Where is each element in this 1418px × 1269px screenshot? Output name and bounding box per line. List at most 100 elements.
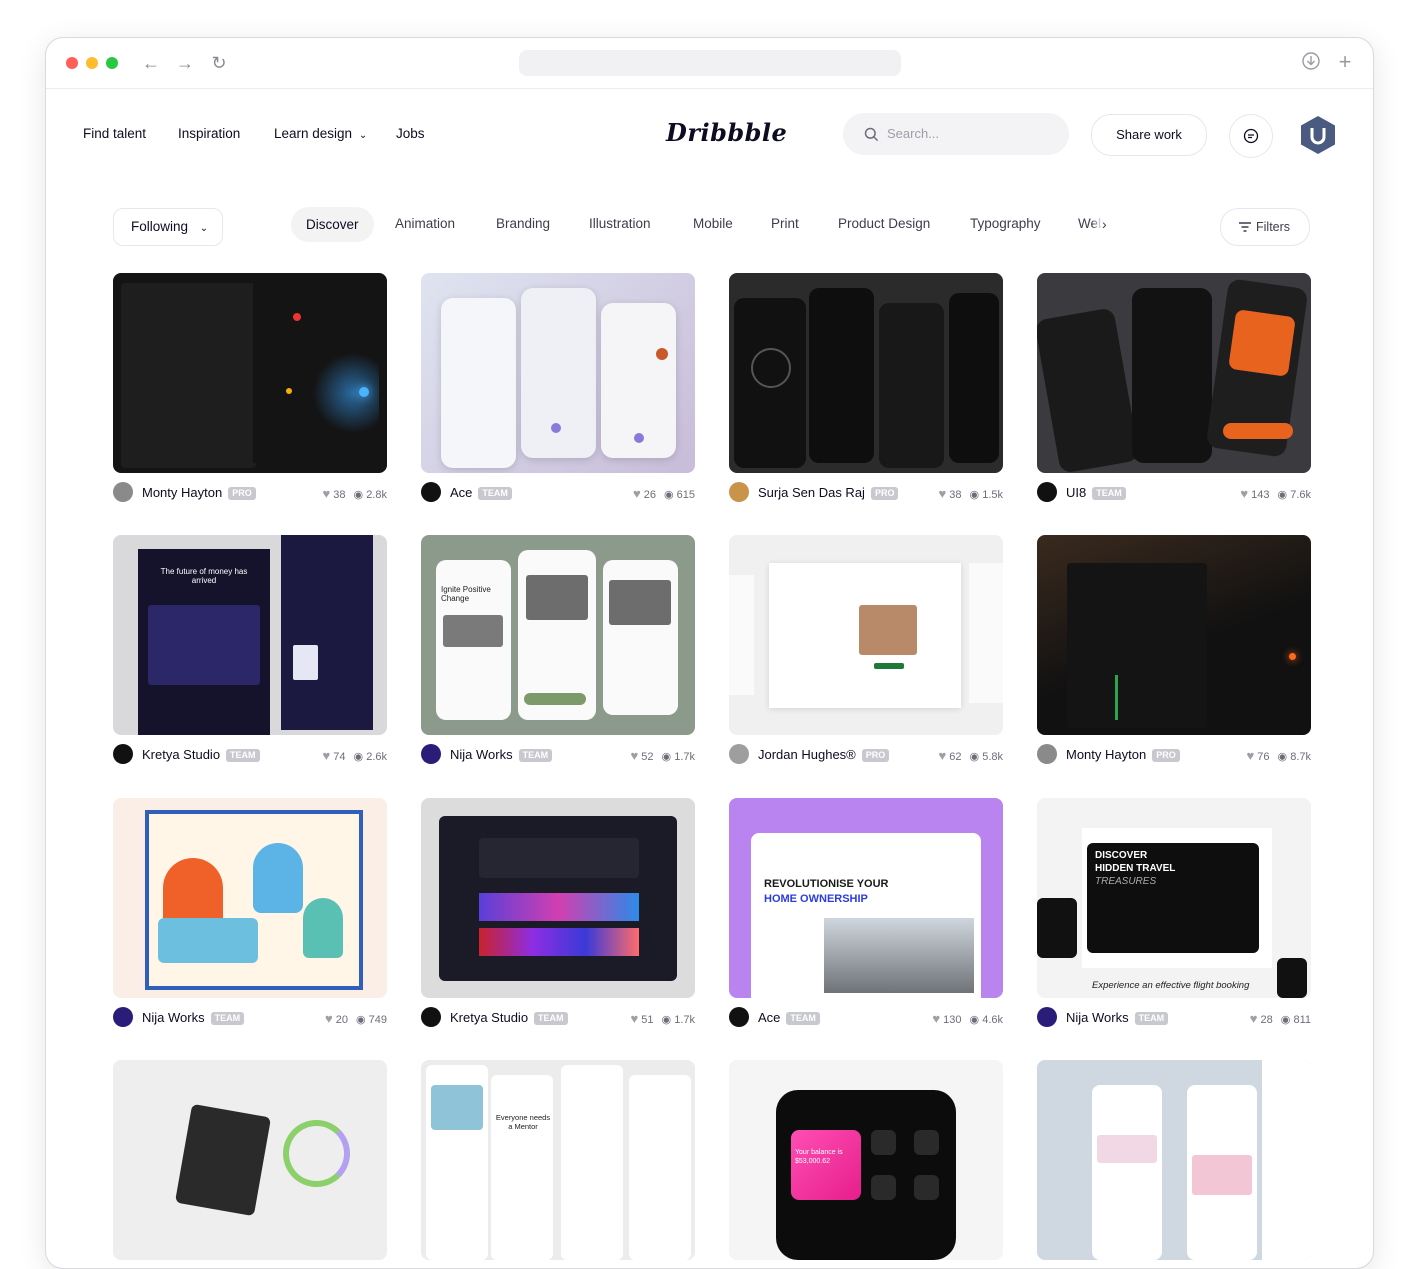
- forward-arrow-icon[interactable]: →: [174, 52, 196, 74]
- nav-jobs[interactable]: Jobs: [396, 126, 425, 141]
- shot-thumbnail[interactable]: REVOLUTIONISE YOUR HOME OWNERSHIP: [729, 798, 1003, 998]
- team-badge: TEAM: [210, 1012, 245, 1025]
- shot-thumbnail[interactable]: Everyone needs a Mentor: [421, 1060, 695, 1260]
- author-name[interactable]: Surja Sen Das Raj PRO: [758, 485, 899, 500]
- heart-icon[interactable]: ♥: [1250, 1011, 1258, 1026]
- filters-button[interactable]: Filters: [1220, 208, 1310, 246]
- shot-thumbnail[interactable]: [421, 798, 695, 998]
- shot-thumbnail[interactable]: [1037, 1060, 1311, 1260]
- author-avatar[interactable]: [113, 1007, 133, 1027]
- author-avatar[interactable]: [421, 482, 441, 502]
- author-avatar[interactable]: [113, 482, 133, 502]
- eye-icon: ◉: [661, 1014, 672, 1026]
- browser-toolbar: ← → ↻ +: [46, 38, 1373, 89]
- team-badge: TEAM: [1134, 1012, 1169, 1025]
- author-name[interactable]: Monty Hayton PRO: [1066, 747, 1180, 762]
- heart-icon[interactable]: ♥: [932, 1011, 940, 1026]
- heart-icon[interactable]: ♥: [1240, 486, 1248, 501]
- tab-illustration[interactable]: Illustration: [589, 216, 651, 231]
- close-window-button[interactable]: [66, 57, 78, 69]
- new-tab-plus-icon[interactable]: +: [1334, 51, 1356, 73]
- shot-thumbnail[interactable]: Your balance is $53,000.62: [729, 1060, 1003, 1260]
- minimize-window-button[interactable]: [86, 57, 98, 69]
- nav-learn-design[interactable]: Learn design ⌄: [274, 126, 367, 141]
- author-name[interactable]: Kretya Studio TEAM: [142, 747, 260, 762]
- shot-thumbnail[interactable]: [113, 273, 387, 473]
- author-name[interactable]: Ace TEAM: [758, 1010, 820, 1025]
- author-avatar[interactable]: [729, 1007, 749, 1027]
- heart-icon[interactable]: ♥: [633, 486, 641, 501]
- nav-inspiration[interactable]: Inspiration: [178, 126, 240, 141]
- author-name[interactable]: Nija Works TEAM: [142, 1010, 245, 1025]
- author-avatar[interactable]: [421, 744, 441, 764]
- author-name[interactable]: Nija Works TEAM: [450, 747, 553, 762]
- shot-thumbnail[interactable]: DISCOVER HIDDEN TRAVEL TREASURES Experie…: [1037, 798, 1311, 998]
- tab-mobile[interactable]: Mobile: [693, 216, 733, 231]
- heart-icon[interactable]: ♥: [1247, 748, 1255, 763]
- heart-icon[interactable]: ♥: [631, 1011, 639, 1026]
- nav-find-talent[interactable]: Find talent: [83, 126, 146, 141]
- team-badge: TEAM: [478, 487, 512, 500]
- share-work-button[interactable]: Share work: [1091, 114, 1207, 156]
- shot-stats: ♥ 130 ◉ 4.6k: [932, 1011, 1003, 1026]
- back-arrow-icon[interactable]: ←: [140, 52, 162, 74]
- author-name[interactable]: Jordan Hughes® PRO: [758, 747, 890, 762]
- tab-web[interactable]: Web: [1078, 216, 1102, 231]
- shot-thumbnail[interactable]: [1037, 273, 1311, 473]
- messages-button[interactable]: [1229, 114, 1273, 158]
- shot-thumbnail[interactable]: [113, 1060, 387, 1260]
- shot-stats: ♥ 38 ◉ 1.5k: [938, 486, 1004, 501]
- shot-thumbnail[interactable]: [729, 535, 1003, 735]
- heart-icon[interactable]: ♥: [631, 748, 639, 763]
- author-avatar[interactable]: [113, 744, 133, 764]
- author-avatar[interactable]: [729, 744, 749, 764]
- author-avatar[interactable]: [421, 1007, 441, 1027]
- maximize-window-button[interactable]: [106, 57, 118, 69]
- team-badge: TEAM: [1092, 487, 1126, 500]
- author-avatar[interactable]: [1037, 1007, 1057, 1027]
- pro-badge: PRO: [861, 749, 890, 762]
- shot-thumbnail[interactable]: [729, 273, 1003, 473]
- search-input[interactable]: Search...: [843, 113, 1069, 155]
- tab-discover[interactable]: Discover: [291, 207, 374, 242]
- team-badge: TEAM: [534, 1012, 568, 1025]
- shot-thumbnail[interactable]: The future of money has arrived: [113, 535, 387, 735]
- following-label: Following: [131, 219, 189, 234]
- author-avatar[interactable]: [729, 482, 749, 502]
- author-avatar[interactable]: [1037, 744, 1057, 764]
- tab-branding[interactable]: Branding: [496, 216, 550, 231]
- shot-stats: ♥ 76 ◉ 8.7k: [1246, 748, 1312, 763]
- heart-icon[interactable]: ♥: [939, 486, 947, 501]
- shot-thumbnail[interactable]: [1037, 535, 1311, 735]
- eye-icon: ◉: [355, 1014, 366, 1026]
- user-avatar[interactable]: [1298, 115, 1338, 155]
- shot-caption: Experience an effective flight booking: [1092, 980, 1250, 991]
- author-name[interactable]: Kretya Studio TEAM: [450, 1010, 568, 1025]
- author-name[interactable]: Monty Hayton PRO: [142, 485, 256, 500]
- author-name[interactable]: Nija Works TEAM: [1066, 1010, 1169, 1025]
- heart-icon[interactable]: ♥: [323, 486, 331, 501]
- download-icon[interactable]: [1300, 51, 1322, 73]
- eye-icon: ◉: [969, 751, 980, 763]
- dribbble-logo[interactable]: Dribbble: [666, 118, 787, 147]
- address-bar[interactable]: [519, 50, 901, 76]
- search-placeholder: Search...: [887, 126, 940, 141]
- author-name[interactable]: UI8 TEAM: [1066, 485, 1126, 500]
- tab-animation[interactable]: Animation: [395, 216, 455, 231]
- tab-product-design[interactable]: Product Design: [838, 216, 930, 231]
- shot-thumbnail[interactable]: Ignite Positive Change: [421, 535, 695, 735]
- shot-thumbnail[interactable]: [421, 273, 695, 473]
- following-dropdown[interactable]: Following ⌄: [113, 208, 223, 246]
- reload-icon[interactable]: ↻: [208, 52, 230, 74]
- shot-balance: Your balance is $53,000.62: [795, 1149, 843, 1165]
- heart-icon[interactable]: ♥: [939, 748, 947, 763]
- tab-print[interactable]: Print: [771, 216, 799, 231]
- shot-headline: Ignite Positive Change: [441, 585, 491, 603]
- tab-typography[interactable]: Typography: [970, 216, 1041, 231]
- heart-icon[interactable]: ♥: [325, 1011, 333, 1026]
- heart-icon[interactable]: ♥: [323, 748, 331, 763]
- shot-thumbnail[interactable]: [113, 798, 387, 998]
- chevron-right-icon[interactable]: ›: [1102, 216, 1107, 232]
- author-name[interactable]: Ace TEAM: [450, 485, 512, 500]
- author-avatar[interactable]: [1037, 482, 1057, 502]
